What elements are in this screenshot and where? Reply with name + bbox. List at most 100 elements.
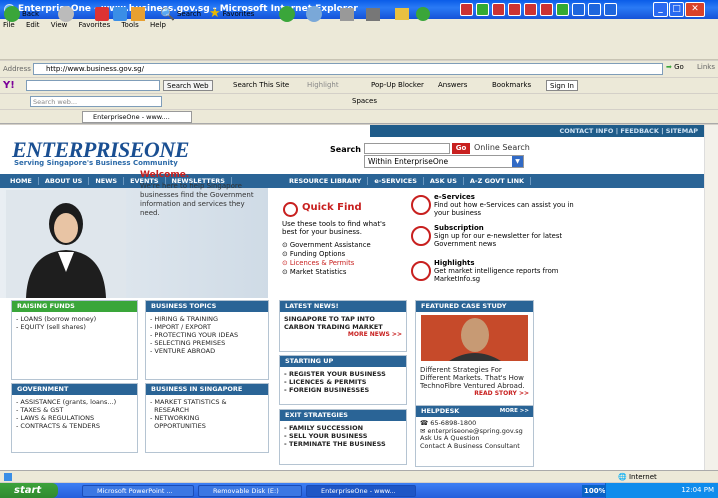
search-site-button[interactable]: Search This Site	[233, 79, 289, 92]
back-button[interactable]: Back	[4, 5, 39, 23]
home-button[interactable]	[131, 5, 145, 23]
quickfind-item[interactable]: ⊙ Funding Options	[282, 250, 371, 259]
highlights-block[interactable]: Highlights Get market intelligence report…	[434, 259, 574, 283]
highlights-icon	[411, 261, 431, 281]
taskicon-6-icon[interactable]	[540, 3, 553, 16]
messenger-button[interactable]	[416, 5, 430, 23]
mail-icon	[306, 6, 322, 22]
taskicon-5-icon[interactable]	[524, 3, 537, 16]
taskicon-8-icon[interactable]	[572, 3, 585, 16]
yahoo-search-input[interactable]	[26, 80, 160, 91]
taskicon-3-icon[interactable]	[492, 3, 505, 16]
back-arrow-icon	[4, 6, 20, 22]
subscription-block[interactable]: Subscription Sign up for our e-newsletter…	[434, 224, 574, 248]
taskicon-9-icon[interactable]	[588, 3, 601, 16]
welcome-title: Welcome.	[140, 170, 190, 180]
messenger-icon	[416, 7, 430, 21]
signin-button[interactable]: Sign In	[546, 80, 578, 91]
nav-askus[interactable]: ASK US	[423, 177, 464, 185]
zone-label: 🌐 Internet	[618, 473, 657, 481]
folder-button[interactable]	[395, 5, 409, 23]
toolbar	[0, 32, 718, 60]
browser-tab[interactable]: EnterpriseOne - www....	[82, 111, 192, 123]
task-enterpriseone[interactable]: EnterpriseOne - www...	[306, 485, 416, 497]
taskicon-7-icon[interactable]	[556, 3, 569, 16]
start-button[interactable]: start	[0, 483, 58, 498]
nav-home[interactable]: HOME	[4, 177, 39, 185]
edit-button[interactable]	[366, 5, 380, 23]
welcome-text: We're here to help Singapore businesses …	[140, 182, 254, 217]
helpdesk-more-link[interactable]: MORE >>	[500, 406, 533, 417]
chevron-down-icon: ▼	[512, 156, 523, 167]
taskicon-1-icon[interactable]	[460, 3, 473, 16]
refresh-icon	[113, 7, 127, 21]
star-icon: ★	[209, 6, 221, 21]
nav-eservices[interactable]: e-SERVICES	[368, 177, 424, 185]
task-removable-disk[interactable]: Removable Disk (E:)	[198, 485, 302, 497]
taskicon-4-icon[interactable]	[508, 3, 521, 16]
search-button[interactable]: 🔍 Search	[160, 5, 201, 23]
site-search-label: Search	[330, 145, 361, 154]
address-input[interactable]: http://www.business.gov.sg/	[33, 63, 663, 75]
print-button[interactable]	[340, 5, 354, 23]
home-icon	[131, 7, 145, 21]
favorites-button[interactable]: ★ Favorites	[209, 5, 254, 23]
online-search-link[interactable]: Online Search	[474, 143, 530, 152]
business-topics-box: BUSINESS TOPICS - HIRING & TRAINING - IMP…	[145, 300, 269, 380]
quickfind-search-icon	[283, 202, 298, 217]
business-singapore-box: BUSINESS IN SINGAPORE - MARKET STATISTIC…	[145, 383, 269, 453]
nav-az[interactable]: A-Z GOVT LINK	[463, 177, 532, 185]
quickfind-list: ⊙ Government Assistance ⊙ Funding Option…	[282, 241, 371, 277]
popup-blocker-button[interactable]: Pop-Up Blocker	[371, 79, 424, 92]
go-button[interactable]: ➡ Go	[666, 63, 684, 71]
site-go-button[interactable]: Go	[452, 143, 470, 154]
highlight-button[interactable]: Highlight	[307, 79, 339, 92]
nav-about[interactable]: ABOUT US	[38, 177, 90, 185]
quickfind-item[interactable]: ⊙ Licences & Permits	[282, 259, 371, 268]
search-web-button[interactable]: Search Web	[163, 80, 213, 91]
stop-icon	[95, 7, 109, 21]
zoom-label[interactable]: 100%	[582, 485, 608, 497]
status-bar: 🌐 Internet	[0, 470, 718, 482]
page-icon	[4, 473, 12, 481]
refresh-button[interactable]	[113, 5, 127, 23]
links-button[interactable]: Links	[697, 63, 715, 71]
quickfind-item[interactable]: ⊙ Market Statistics	[282, 268, 371, 277]
within-select[interactable]: Within EnterpriseOne ▼	[364, 155, 524, 168]
answers-button[interactable]: Answers	[438, 79, 467, 92]
nav-resource-library[interactable]: RESOURCE LIBRARY	[283, 177, 369, 185]
spaces-button[interactable]: Spaces	[352, 95, 377, 108]
starting-up-box: STARTING UP - REGISTER YOUR BUSINESS - LI…	[279, 355, 407, 405]
quickfind-text: Use these tools to find what's best for …	[282, 220, 386, 236]
go-arrow-icon: ➡	[666, 63, 672, 71]
case-study-photo	[421, 315, 528, 361]
taskicon-2-icon[interactable]	[476, 3, 489, 16]
site-search-input[interactable]	[364, 143, 450, 154]
ask-search-input[interactable]: Search web...	[30, 96, 162, 107]
latest-news-box: LATEST NEWS! SINGAPORE TO TAP INTO CARBO…	[279, 300, 407, 352]
nav-news[interactable]: NEWS	[89, 177, 125, 185]
folder-icon	[395, 8, 409, 20]
maximize-button[interactable]: □	[669, 2, 684, 17]
minimize-button[interactable]: _	[653, 2, 668, 17]
main-nav: HOME ABOUT US NEWS EVENTS NEWSLETTERS RESOUR…	[0, 174, 704, 188]
subscription-icon	[411, 226, 431, 246]
site-topnav[interactable]: CONTACT INFO | FEEDBACK | SITEMAP	[370, 125, 704, 137]
eservices-block[interactable]: e-Services Find out how e-Services can as…	[434, 193, 574, 217]
task-powerpoint[interactable]: Microsoft PowerPoint ...	[82, 485, 194, 497]
vertical-scrollbar[interactable]	[704, 125, 718, 470]
taskicon-10-icon[interactable]	[604, 3, 617, 16]
forward-arrow-icon	[58, 6, 74, 22]
eservices-icon	[411, 195, 431, 215]
businesswoman-photo	[6, 190, 126, 298]
close-button[interactable]: ✕	[685, 2, 705, 17]
quickfind-item[interactable]: ⊙ Government Assistance	[282, 241, 371, 250]
address-label: Address	[3, 65, 31, 73]
site-tagline: Serving Singapore's Business Community	[14, 159, 178, 167]
history-button[interactable]	[279, 5, 295, 23]
stop-button[interactable]	[95, 5, 109, 23]
bookmarks-button[interactable]: Bookmarks	[492, 79, 531, 92]
mail-button[interactable]	[306, 5, 322, 23]
forward-button[interactable]	[58, 5, 74, 23]
yahoo-logo-icon[interactable]: Y!	[3, 78, 15, 93]
